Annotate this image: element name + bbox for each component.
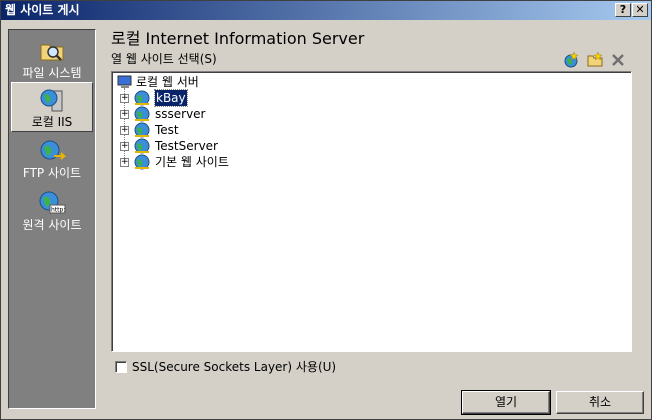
- website-globe-icon: [134, 90, 150, 106]
- expand-icon[interactable]: +: [120, 110, 129, 119]
- tree-node[interactable]: + kBay: [112, 89, 412, 107]
- folder-search-icon: [40, 44, 64, 61]
- title-bar: 웹 사이트 게시 ? ✕: [1, 1, 651, 20]
- expand-icon[interactable]: +: [120, 94, 129, 103]
- tree-node[interactable]: + 기본 웹 사이트: [112, 154, 412, 170]
- website-globe-icon: [134, 122, 150, 138]
- publish-website-dialog: 웹 사이트 게시 ? ✕ 파일 시스템 로컬 IIS FTP 사이트 http:…: [0, 0, 652, 420]
- tree-node-label: 기본 웹 사이트: [155, 155, 229, 169]
- sidebar-item-file-system[interactable]: 파일 시스템: [11, 34, 93, 84]
- sidebar-item-local-iis[interactable]: 로컬 IIS: [11, 82, 93, 132]
- window-title: 웹 사이트 게시: [5, 3, 80, 17]
- svg-text:http:: http:: [51, 207, 65, 214]
- tree-node-label: kBay: [154, 89, 188, 107]
- tree-node[interactable]: + TestServer: [112, 138, 412, 154]
- expand-icon[interactable]: +: [120, 158, 129, 167]
- website-globe-icon: [134, 154, 150, 170]
- create-web-app-icon[interactable]: [562, 51, 580, 69]
- tree-node-label: ssserver: [155, 107, 206, 121]
- sidebar-item-label: 로컬 IIS: [31, 115, 73, 129]
- website-globe-icon: [134, 106, 150, 122]
- local-server-icon: [117, 75, 132, 88]
- open-button[interactable]: 열기: [461, 390, 551, 415]
- sidebar-item-label: 파일 시스템: [22, 66, 82, 80]
- tree-node-label: Test: [155, 123, 179, 137]
- sidebar-item-label: FTP 사이트: [22, 166, 82, 180]
- create-virtual-directory-icon[interactable]: [586, 51, 604, 69]
- tree-node[interactable]: + ssserver: [112, 106, 412, 122]
- page-title: 로컬 Internet Information Server: [111, 29, 365, 48]
- website-tree[interactable]: 로컬 웹 서버 + kBay + ssserver + Test + TestS…: [111, 71, 632, 352]
- ssl-checkbox[interactable]: [115, 361, 127, 373]
- expand-icon[interactable]: +: [120, 142, 129, 151]
- website-globe-icon: [134, 138, 150, 154]
- select-website-label: 열 웹 사이트 선택(S): [111, 52, 217, 66]
- expand-icon[interactable]: +: [120, 126, 129, 135]
- sidebar-item-label: 원격 사이트: [22, 218, 82, 232]
- tree-root-label: 로컬 웹 서버: [136, 75, 199, 89]
- tree-root[interactable]: 로컬 웹 서버: [112, 74, 412, 90]
- tree-node[interactable]: + Test: [112, 122, 412, 138]
- tree-node-label: TestServer: [155, 139, 218, 153]
- location-sidebar: 파일 시스템 로컬 IIS FTP 사이트 http: 원격 사이트: [8, 29, 96, 409]
- local-iis-icon: [40, 89, 63, 112]
- sidebar-item-remote-site[interactable]: http: 원격 사이트: [11, 186, 93, 236]
- ssl-label: SSL(Secure Sockets Layer) 사용(U): [132, 360, 337, 374]
- help-button[interactable]: ?: [615, 3, 631, 17]
- close-button[interactable]: ✕: [632, 3, 648, 17]
- remote-site-icon: http:: [39, 191, 66, 214]
- ftp-site-icon: [40, 140, 66, 160]
- delete-icon[interactable]: [609, 51, 627, 69]
- sidebar-item-ftp-site[interactable]: FTP 사이트: [11, 134, 93, 184]
- cancel-button[interactable]: 취소: [556, 391, 644, 414]
